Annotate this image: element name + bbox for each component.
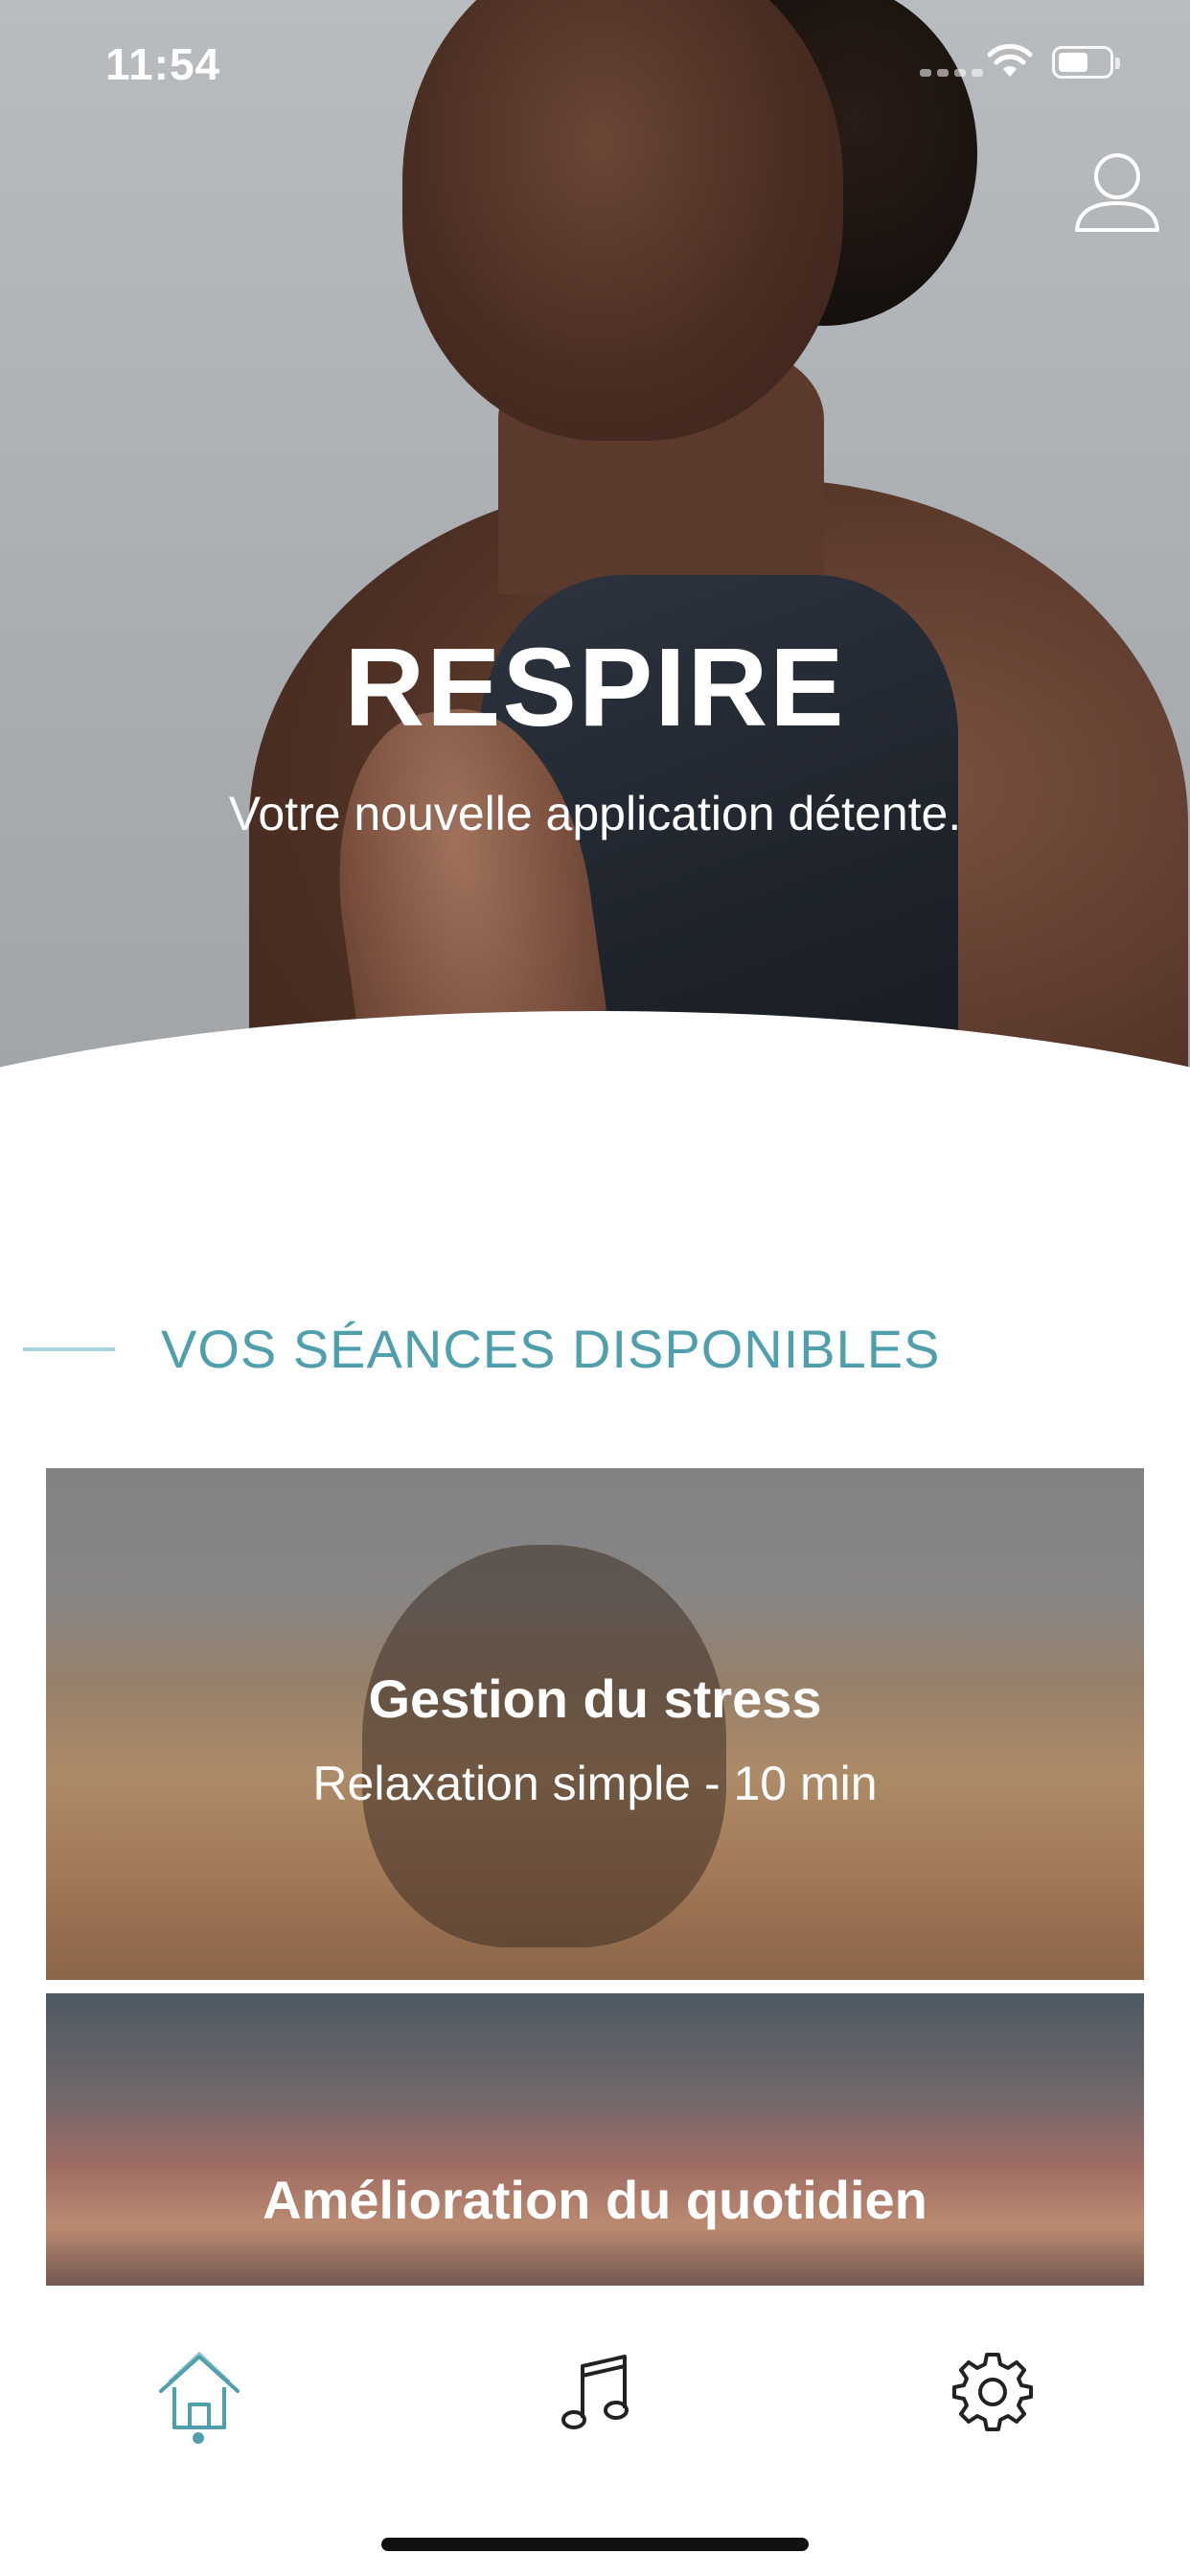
gear-icon[interactable] [945, 2343, 1041, 2439]
battery-icon [1052, 46, 1120, 79]
session-card-stress[interactable]: Gestion du stress Relaxation simple - 10… [46, 1468, 1144, 1980]
session-title: Amélioration du quotidien [263, 2170, 927, 2230]
section-divider [23, 1346, 115, 1351]
page-dot-1[interactable] [569, 1121, 586, 1138]
active-tab-indicator [193, 2432, 204, 2444]
home-indicator[interactable] [381, 2538, 809, 2551]
section-header: VOS SÉANCES DISPONIBLES [23, 1318, 940, 1380]
tab-bar [0, 2286, 1190, 2576]
session-subtitle: Relaxation simple - 10 min [312, 1757, 878, 1810]
session-card-quotidien[interactable]: Amélioration du quotidien [46, 1993, 1144, 2286]
page-dot-2[interactable] [596, 1121, 613, 1138]
hero-title: RESPIRE [344, 625, 846, 749]
hero-curve [0, 1011, 1190, 1188]
status-bar: 11:54 [0, 0, 1190, 125]
hero-subtitle: Votre nouvelle application détente. [228, 787, 962, 840]
wifi-icon [987, 44, 1033, 77]
session-title: Gestion du stress [368, 1668, 822, 1729]
hero-banner[interactable] [0, 0, 1190, 1188]
cellular-signal-icon [920, 69, 983, 77]
home-icon[interactable] [151, 2343, 247, 2439]
status-time: 11:54 [105, 39, 221, 89]
music-note-icon[interactable] [548, 2343, 644, 2439]
page-indicator[interactable] [569, 1121, 613, 1138]
profile-icon[interactable] [1071, 144, 1163, 240]
section-title: VOS SÉANCES DISPONIBLES [161, 1319, 941, 1379]
